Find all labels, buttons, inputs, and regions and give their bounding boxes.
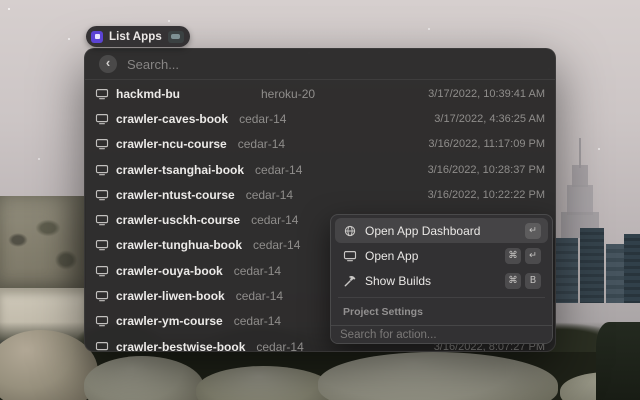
app-stack: cedar-14 — [255, 162, 303, 177]
app-list-item[interactable]: crawler-tsanghai-book cedar-14 3/16/2022… — [85, 157, 555, 182]
app-stack: cedar-14 — [251, 213, 299, 228]
app-stack: cedar-14 — [245, 187, 294, 202]
app-logo-icon — [167, 30, 184, 43]
app-updated-timestamp: 3/16/2022, 11:17:09 PM — [428, 138, 545, 151]
app-updated-timestamp: 3/16/2022, 10:28:37 PM — [427, 163, 545, 176]
app-name: crawler-liwen-book — [116, 289, 225, 304]
building — [580, 228, 604, 303]
keycap: B — [525, 272, 541, 289]
action-item[interactable]: Show Builds ⌘ B — [335, 268, 548, 293]
app-name: hackmd-bu — [116, 86, 181, 101]
app-name: crawler-tunghua-book — [116, 238, 243, 253]
launcher-window: ‹ hackmd-bu heroku-20 3/17/2022, 10:39:4… — [84, 48, 556, 352]
app-name: crawler-usckh-course — [116, 213, 241, 228]
app-name: crawler-ym-course — [116, 314, 223, 329]
action-search-input[interactable] — [340, 328, 543, 341]
search-header: ‹ — [85, 49, 555, 80]
skyscraper-top — [572, 165, 588, 187]
dark-trees — [596, 322, 640, 400]
app-list-item[interactable]: crawler-ncu-course cedar-14 3/16/2022, 1… — [85, 132, 555, 157]
monitor-icon — [95, 213, 109, 227]
app-stack: cedar-14 — [253, 238, 301, 253]
app-updated-timestamp: 3/17/2022, 10:39:41 AM — [428, 87, 545, 100]
back-button[interactable]: ‹ — [99, 55, 117, 73]
monitor-icon — [95, 289, 109, 303]
skyscraper-spire — [579, 138, 581, 168]
action-item[interactable]: Open App ⌘ ↵ — [335, 243, 548, 268]
search-input[interactable] — [127, 56, 541, 72]
action-panel-list: Open App Dashboard ↵ Open App ⌘ ↵ Show Bu… — [331, 215, 552, 325]
shortcut-keys: ⌘ B — [505, 272, 541, 289]
ruin-graffiti — [0, 210, 86, 280]
app-name: crawler-ouya-book — [116, 263, 223, 278]
monitor-icon — [95, 238, 109, 252]
app-updated-timestamp: 3/17/2022, 4:36:25 AM — [434, 112, 545, 125]
action-panel: Open App Dashboard ↵ Open App ⌘ ↵ Show Bu… — [330, 214, 553, 344]
wallpaper-grain — [8, 8, 10, 10]
monitor-icon — [95, 163, 109, 177]
command-pill[interactable]: List Apps — [86, 26, 190, 47]
script-command-icon — [91, 30, 103, 43]
app-list-item[interactable]: crawler-ntust-course cedar-14 3/16/2022,… — [85, 182, 555, 207]
app-name: crawler-bestwise-book — [116, 339, 246, 351]
monitor-icon — [95, 340, 109, 351]
keycap: ↵ — [525, 247, 541, 264]
shortcut-keys: ↵ — [525, 222, 541, 239]
keycap: ↵ — [525, 222, 541, 239]
app-stack: cedar-14 — [235, 289, 284, 304]
app-stack: cedar-14 — [233, 314, 282, 329]
monitor-icon — [95, 112, 109, 126]
hammer-icon — [342, 273, 357, 288]
app-stack: cedar-14 — [239, 111, 287, 126]
command-pill-label: List Apps — [109, 30, 162, 43]
city-skyline — [552, 228, 640, 303]
monitor-icon — [95, 314, 109, 328]
action-item[interactable]: Open App Dashboard ↵ — [335, 218, 548, 243]
action-label: Open App Dashboard — [365, 223, 481, 238]
building — [624, 234, 640, 303]
monitor-icon — [95, 87, 109, 101]
app-name: crawler-caves-book — [116, 111, 229, 126]
shortcut-keys: ⌘ ↵ — [505, 247, 541, 264]
app-list-item[interactable]: crawler-caves-book cedar-14 3/17/2022, 4… — [85, 106, 555, 131]
action-panel-divider — [338, 297, 545, 298]
skyscraper-body — [567, 185, 593, 215]
app-name: crawler-tsanghai-book — [116, 162, 245, 177]
monitor-icon — [342, 248, 357, 263]
monitor-icon — [95, 188, 109, 202]
app-stack: cedar-14 — [256, 339, 304, 351]
globe-icon — [342, 223, 357, 238]
app-list-item[interactable]: hackmd-bu heroku-20 3/17/2022, 10:39:41 … — [85, 81, 555, 106]
app-name: crawler-ncu-course — [116, 137, 227, 152]
app-stack: heroku-20 — [261, 86, 316, 101]
building — [606, 244, 626, 303]
action-section-title: Project Settings — [343, 306, 423, 318]
app-stack: cedar-14 — [233, 263, 282, 278]
keycap: ⌘ — [505, 272, 521, 289]
monitor-icon — [95, 264, 109, 278]
monitor-icon — [95, 137, 109, 151]
keycap: ⌘ — [505, 247, 521, 264]
action-label: Show Builds — [365, 273, 432, 288]
action-label: Open App — [365, 248, 419, 263]
action-search-bar — [331, 325, 552, 343]
app-name: crawler-ntust-course — [116, 187, 235, 202]
app-updated-timestamp: 3/16/2022, 10:22:22 PM — [427, 188, 545, 201]
app-stack: cedar-14 — [237, 137, 286, 152]
